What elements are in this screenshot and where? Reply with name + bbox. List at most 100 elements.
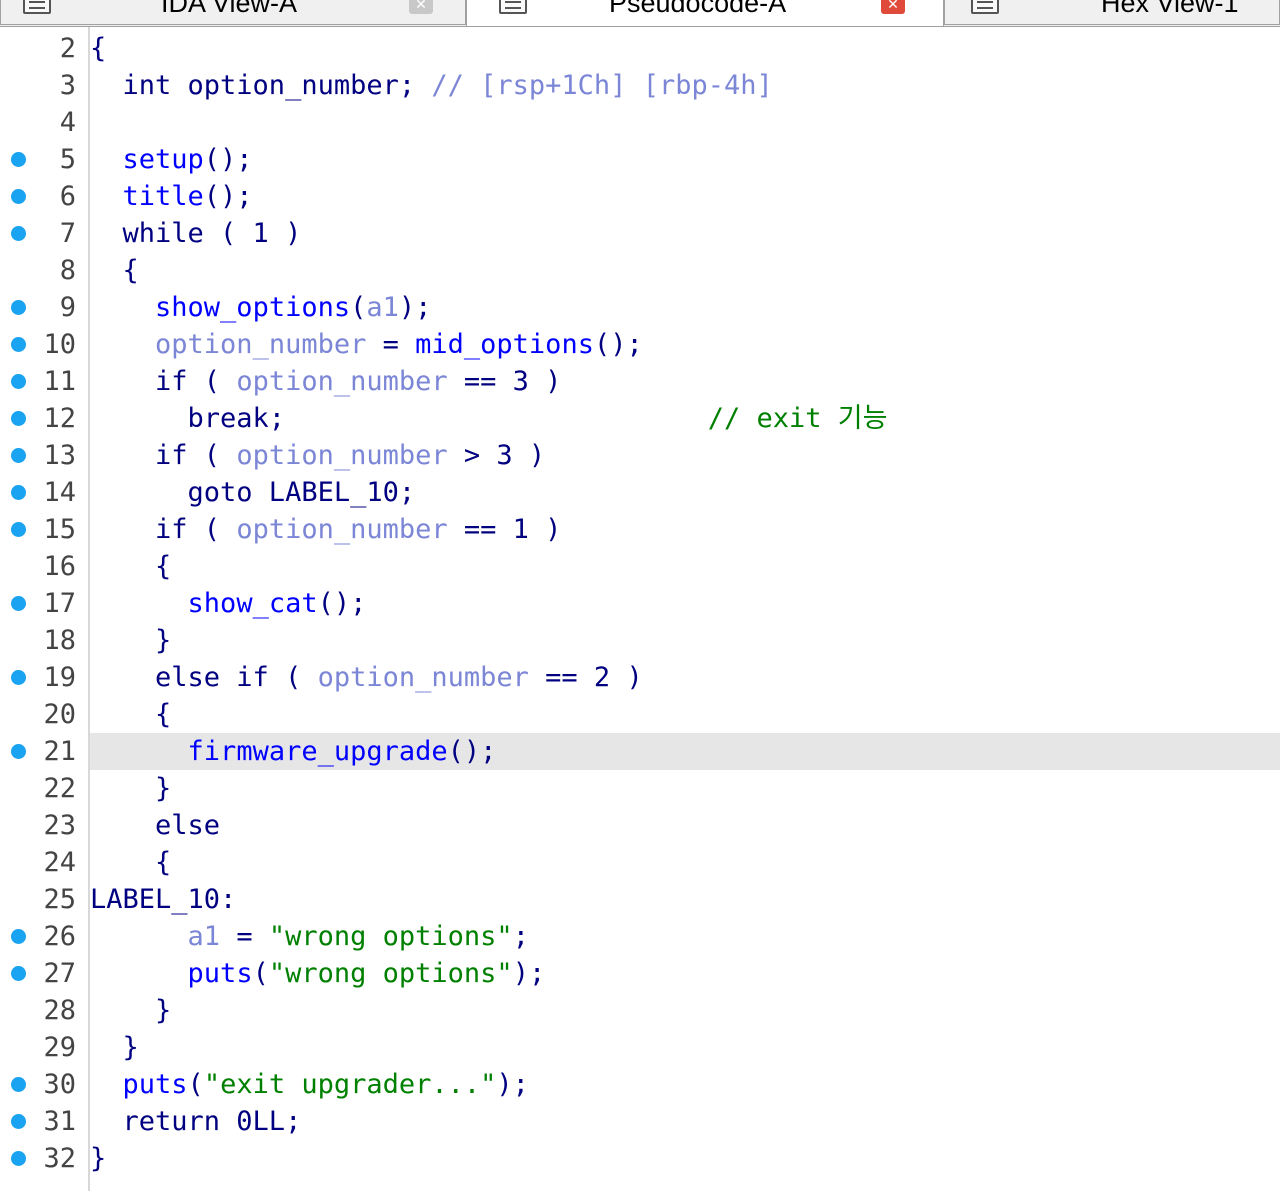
code-line[interactable]: 32} xyxy=(0,1140,1280,1177)
line-number: 21 xyxy=(43,736,76,767)
line-number: 17 xyxy=(43,588,76,619)
code-token: return 0LL; xyxy=(90,1106,302,1137)
code-line[interactable]: 17 show_cat(); xyxy=(0,585,1280,622)
code-token: if ( xyxy=(90,514,237,545)
breakpoint-dot-icon[interactable] xyxy=(11,300,26,315)
code-line[interactable]: 4 xyxy=(0,104,1280,141)
code-line[interactable]: 5 setup(); xyxy=(0,141,1280,178)
line-number: 3 xyxy=(59,70,76,101)
code-text: title(); xyxy=(90,178,1280,215)
code-line[interactable]: 26 a1 = "wrong options"; xyxy=(0,918,1280,955)
breakpoint-dot-icon[interactable] xyxy=(11,1077,26,1092)
breakpoint-dot-icon[interactable] xyxy=(11,485,26,500)
code-text: if ( option_number > 3 ) xyxy=(90,437,1280,474)
breakpoint-dot-icon[interactable] xyxy=(11,448,26,463)
tab-label: Hex View-1 xyxy=(1101,0,1239,18)
code-line[interactable]: 9 show_options(a1); xyxy=(0,289,1280,326)
tab-hex-view[interactable]: Hex View-1 xyxy=(944,0,1280,25)
code-line[interactable]: 31 return 0LL; xyxy=(0,1103,1280,1140)
code-text: { xyxy=(90,696,1280,733)
tab-ida-view[interactable]: IDA View-A ✕ xyxy=(0,0,466,25)
code-line[interactable]: 3 int option_number; // [rsp+1Ch] [rbp-4… xyxy=(0,67,1280,104)
code-token: ( xyxy=(350,292,367,323)
breakpoint-dot-icon[interactable] xyxy=(11,1114,26,1129)
code-line[interactable]: 10 option_number = mid_options(); xyxy=(0,326,1280,363)
breakpoint-dot-icon[interactable] xyxy=(11,596,26,611)
line-number: 7 xyxy=(59,218,76,249)
code-token: ); xyxy=(512,958,546,989)
code-token: goto LABEL_10; xyxy=(90,477,416,508)
code-text: show_cat(); xyxy=(90,585,1280,622)
code-line[interactable]: 27 puts("wrong options"); xyxy=(0,955,1280,992)
code-line[interactable]: 30 puts("exit upgrader..."); xyxy=(0,1066,1280,1103)
code-token: (); xyxy=(203,144,253,175)
code-token: else xyxy=(90,810,221,841)
code-line[interactable]: 28 } xyxy=(0,992,1280,1029)
code-token: } xyxy=(90,773,172,804)
line-number: 10 xyxy=(43,329,76,360)
code-token: show_options xyxy=(155,292,351,323)
code-line[interactable]: 23 else xyxy=(0,807,1280,844)
line-number: 9 xyxy=(59,292,76,323)
code-token: a1 xyxy=(187,921,221,952)
breakpoint-dot-icon[interactable] xyxy=(11,929,26,944)
code-token: title xyxy=(122,181,204,212)
code-line[interactable]: 21 firmware_upgrade(); xyxy=(0,733,1280,770)
breakpoint-dot-icon[interactable] xyxy=(11,966,26,981)
code-line[interactable]: 15 if ( option_number == 1 ) xyxy=(0,511,1280,548)
code-text: } xyxy=(90,1140,1280,1177)
code-text: firmware_upgrade(); xyxy=(90,733,1280,770)
code-line[interactable]: 7 while ( 1 ) xyxy=(0,215,1280,252)
code-token: == 1 ) xyxy=(447,514,562,545)
code-line[interactable]: 29 } xyxy=(0,1029,1280,1066)
breakpoint-dot-icon[interactable] xyxy=(11,226,26,241)
breakpoint-dot-icon[interactable] xyxy=(11,411,26,426)
code-token: (); xyxy=(593,329,643,360)
code-text: int option_number; // [rsp+1Ch] [rbp-4h] xyxy=(90,67,1280,104)
code-text: while ( 1 ) xyxy=(90,215,1280,252)
close-icon[interactable]: ✕ xyxy=(409,0,433,14)
code-line[interactable]: 6 title(); xyxy=(0,178,1280,215)
code-token: ; xyxy=(512,921,529,952)
breakpoint-dot-icon[interactable] xyxy=(11,670,26,685)
line-number: 22 xyxy=(43,773,76,804)
line-number: 31 xyxy=(43,1106,76,1137)
code-line[interactable]: 19 else if ( option_number == 2 ) xyxy=(0,659,1280,696)
breakpoint-dot-icon[interactable] xyxy=(11,152,26,167)
code-token: // [rsp+1Ch] [rbp-4h] xyxy=(431,70,773,101)
code-text: } xyxy=(90,622,1280,659)
code-token: { xyxy=(90,33,107,64)
code-line[interactable]: 18 } xyxy=(0,622,1280,659)
code-text: break; // exit 기능 xyxy=(90,400,1280,437)
line-number: 19 xyxy=(43,662,76,693)
tab-pseudocode[interactable]: Pseudocode-A ✕ xyxy=(466,0,944,26)
code-line[interactable]: 24 { xyxy=(0,844,1280,881)
code-line[interactable]: 22 } xyxy=(0,770,1280,807)
code-line[interactable]: 13 if ( option_number > 3 ) xyxy=(0,437,1280,474)
code-line[interactable]: 16 { xyxy=(0,548,1280,585)
breakpoint-dot-icon[interactable] xyxy=(11,744,26,759)
code-token: int option_number; xyxy=(90,70,432,101)
code-line[interactable]: 2{ xyxy=(0,30,1280,67)
code-line[interactable]: 25 LABEL_10: xyxy=(0,881,1280,918)
code-token: "wrong options" xyxy=(268,958,513,989)
code-text: { xyxy=(90,30,1280,67)
code-line[interactable]: 20 { xyxy=(0,696,1280,733)
code-line[interactable]: 14 goto LABEL_10; xyxy=(0,474,1280,511)
breakpoint-dot-icon[interactable] xyxy=(11,374,26,389)
breakpoint-dot-icon[interactable] xyxy=(11,1151,26,1166)
breakpoint-dot-icon[interactable] xyxy=(11,189,26,204)
pseudocode-editor[interactable]: 2{3 int option_number; // [rsp+1Ch] [rbp… xyxy=(0,27,1280,1191)
code-line[interactable]: 11 if ( option_number == 3 ) xyxy=(0,363,1280,400)
code-token: mid_options xyxy=(415,329,594,360)
line-number: 16 xyxy=(43,551,76,582)
code-line[interactable]: 12 break; // exit 기능 xyxy=(0,400,1280,437)
close-icon[interactable]: ✕ xyxy=(881,0,905,14)
breakpoint-dot-icon[interactable] xyxy=(11,337,26,352)
code-line[interactable]: 8 { xyxy=(0,252,1280,289)
breakpoint-dot-icon[interactable] xyxy=(11,522,26,537)
